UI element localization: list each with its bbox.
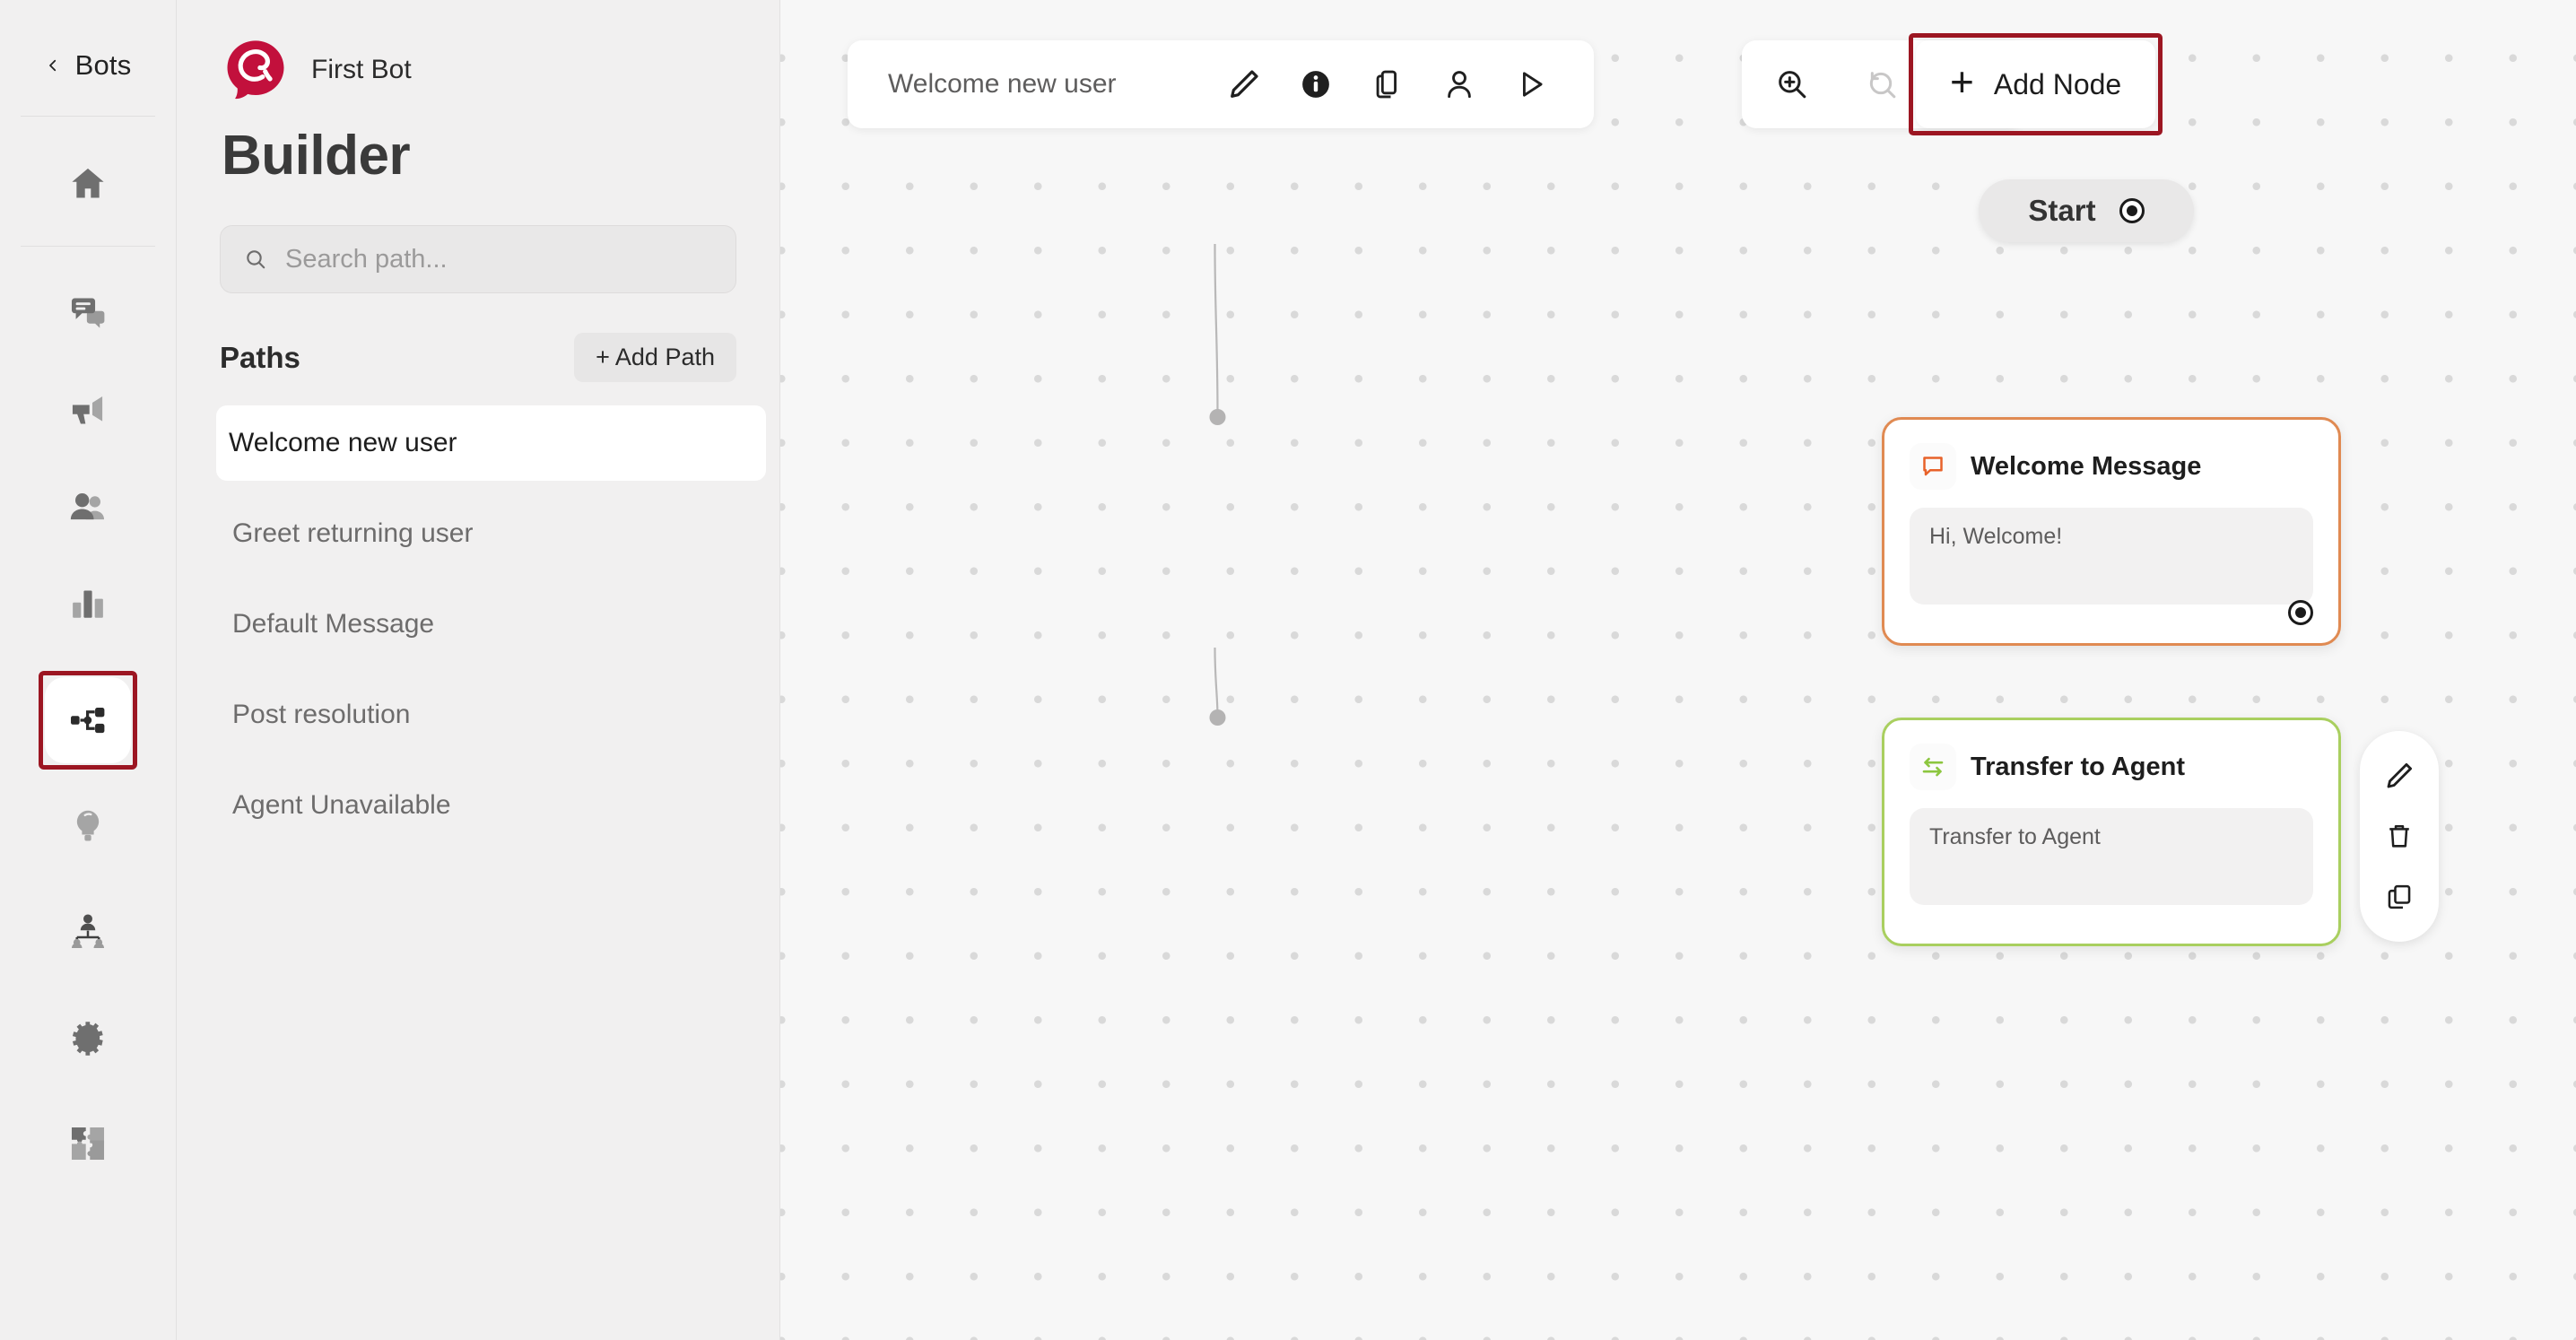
paths-panel: First Bot Builder Paths + Add Path Welco…	[177, 0, 780, 1340]
node-output-handle[interactable]	[2288, 600, 2313, 625]
brand-speech-bubble-logo	[227, 40, 284, 100]
search-input[interactable]	[285, 244, 712, 274]
node-header: Welcome Message	[1910, 443, 2313, 490]
start-node[interactable]: Start	[1979, 179, 2194, 242]
assign-user-button[interactable]	[1423, 48, 1495, 120]
output-handle-icon[interactable]	[2119, 198, 2145, 223]
pencil-icon	[1230, 70, 1258, 98]
sidebar-item-settings[interactable]	[45, 995, 131, 1081]
chat-bubbles-icon	[71, 298, 105, 328]
sidebar-item-home[interactable]	[45, 140, 131, 226]
add-path-button[interactable]: + Add Path	[574, 333, 736, 382]
path-toolbar: Welcome new user	[848, 40, 1594, 128]
copy-icon	[2388, 884, 2411, 909]
back-to-bots-link[interactable]: Bots	[45, 49, 132, 82]
lightbulb-icon	[76, 810, 100, 841]
org-chart-icon	[71, 914, 105, 949]
node-transfer-to-agent[interactable]: Transfer to Agent Transfer to Agent	[1882, 718, 2341, 946]
start-node-label: Start	[2028, 194, 2096, 227]
chevron-left-icon	[48, 59, 56, 72]
plus-icon: +	[1950, 58, 1974, 105]
pencil-icon	[2387, 762, 2413, 788]
flow-canvas[interactable]: Welcome new user + Add Node Start Welcom…	[780, 0, 2576, 1340]
home-icon	[72, 168, 104, 198]
node-header: Transfer to Agent	[1910, 744, 2313, 790]
list-item[interactable]: Default Message	[220, 587, 736, 662]
list-item[interactable]: Post resolution	[220, 677, 736, 753]
sidebar-item-teams[interactable]	[45, 889, 131, 975]
sidebar-item-analytics[interactable]	[45, 561, 131, 647]
app-root: Bots First Bot Builder Search path... Pa…	[0, 0, 2576, 1340]
toolbar-path-title: Welcome new user	[888, 69, 1117, 99]
brand-row: First Bot	[220, 38, 736, 102]
node-welcome-message[interactable]: Welcome Message Hi, Welcome!	[1882, 417, 2341, 646]
node-title: Welcome Message	[1971, 451, 2202, 481]
sidebar-item-integrations[interactable]	[45, 1101, 131, 1187]
edit-path-button[interactable]	[1208, 48, 1280, 120]
list-item[interactable]: Greet returning user	[220, 496, 736, 571]
megaphone-icon	[72, 396, 103, 424]
flow-edges	[1209, 243, 1226, 726]
paths-heading: Paths	[220, 340, 300, 374]
user-icon	[1447, 71, 1471, 99]
run-path-button[interactable]	[1495, 48, 1567, 120]
add-node-label: Add Node	[1993, 67, 2122, 100]
delete-node-button[interactable]	[2372, 809, 2426, 863]
reset-icon	[1869, 72, 1896, 99]
node-action-menu	[2360, 731, 2439, 942]
page-title: Builder	[222, 125, 411, 187]
edit-node-button[interactable]	[2372, 749, 2426, 803]
add-node-button[interactable]: + Add Node	[1908, 33, 2163, 135]
sidebar-item-insights[interactable]	[45, 783, 131, 869]
trash-icon	[2389, 825, 2409, 848]
rail-items	[0, 117, 176, 1187]
message-bubble-icon	[1910, 443, 1956, 490]
sidebar-item-campaigns[interactable]	[45, 367, 131, 453]
back-label: Bots	[74, 49, 132, 81]
bot-name: First Bot	[311, 55, 412, 84]
duplicate-path-button[interactable]	[1352, 48, 1423, 120]
node-body-text: Hi, Welcome!	[1910, 508, 2313, 605]
transfer-arrows-icon	[1910, 744, 1956, 790]
path-list: Welcome new user Greet returning user De…	[216, 405, 766, 843]
path-info-button[interactable]	[1280, 48, 1352, 120]
info-circle-icon	[1301, 71, 1329, 98]
duplicate-node-button[interactable]	[2372, 870, 2426, 924]
sidebar-item-contacts[interactable]	[45, 464, 131, 550]
zoom-in-button[interactable]	[1756, 48, 1828, 120]
rail-divider-mid	[21, 246, 155, 247]
play-icon	[1522, 72, 1543, 97]
search-path-box[interactable]	[220, 225, 736, 293]
puzzle-piece-icon	[71, 1127, 105, 1161]
node-title: Transfer to Agent	[1971, 752, 2186, 781]
sidebar-item-conversations[interactable]	[45, 270, 131, 356]
copy-icon	[1376, 70, 1397, 99]
reset-zoom-button[interactable]	[1846, 48, 1918, 120]
list-item[interactable]: Agent Unavailable	[220, 768, 736, 843]
zoom-in-icon	[1779, 71, 1806, 99]
paths-header: Paths + Add Path	[220, 333, 736, 382]
search-icon	[247, 250, 265, 269]
people-icon	[70, 493, 105, 520]
flow-nodes-icon	[71, 708, 105, 734]
gear-icon	[72, 1022, 103, 1056]
icon-rail: Bots	[0, 0, 177, 1340]
sidebar-item-bot-builder[interactable]	[39, 671, 137, 770]
node-body-text: Transfer to Agent	[1910, 808, 2313, 905]
bar-chart-icon	[73, 590, 103, 618]
list-item[interactable]: Welcome new user	[216, 405, 766, 481]
